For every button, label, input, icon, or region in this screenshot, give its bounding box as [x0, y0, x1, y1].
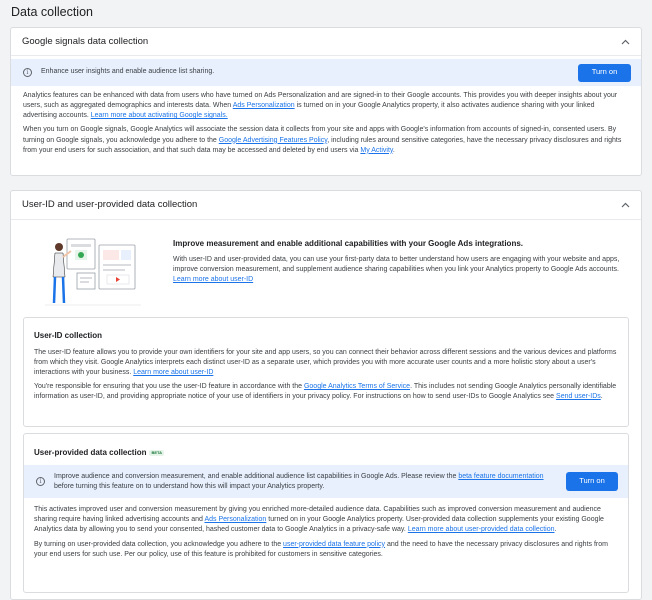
learn-more-user-id-link[interactable]: Learn more about user-ID	[173, 276, 253, 283]
signals-turn-on-button[interactable]: Turn on	[578, 63, 631, 82]
learn-more-user-id-link-2[interactable]: Learn more about user-ID	[133, 369, 213, 376]
google-signals-banner-text: Enhance user insights and enable audienc…	[41, 68, 215, 76]
user-id-collection-p1: The user-ID feature allows you to provid…	[34, 348, 618, 378]
user-provided-policy-link[interactable]: user-provided data feature policy	[283, 541, 385, 548]
user-provided-banner-text: Improve audience and conversion measurem…	[54, 472, 566, 492]
chevron-up-icon[interactable]	[619, 36, 631, 48]
user-id-intro: Improve measurement and enable additiona…	[173, 238, 629, 285]
user-provided-title: User-provided data collection	[34, 448, 147, 457]
user-provided-banner: i Improve audience and conversion measur…	[24, 465, 628, 499]
ads-features-policy-link[interactable]: Google Advertising Features Policy	[219, 137, 327, 144]
user-provided-p1-c: .	[554, 526, 557, 534]
user-id-card: User-ID and user-provided data collectio…	[10, 190, 642, 600]
user-provided-card: User-provided data collection BETA i Impr…	[23, 433, 629, 593]
signals-paragraph-2: When you turn on Google signals, Google …	[11, 125, 641, 155]
user-id-intro-text: With user-ID and user-provided data, you…	[173, 255, 629, 285]
user-id-collection-p1-text: The user-ID feature allows you to provid…	[34, 348, 617, 376]
beta-badge: BETA	[149, 450, 165, 457]
page-title: Data collection	[11, 5, 93, 19]
user-id-collection-card: User-ID collection The user-ID feature a…	[23, 317, 629, 427]
my-activity-link[interactable]: My Activity	[360, 147, 393, 154]
ga-terms-of-service-link[interactable]: Google Analytics Terms of Service	[304, 383, 410, 390]
beta-feature-documentation-link[interactable]: beta feature documentation	[458, 473, 543, 480]
ads-personalization-link[interactable]: Ads Personalization	[233, 102, 295, 109]
signals-p2-text-c: .	[392, 146, 395, 154]
info-icon: i	[23, 68, 32, 77]
user-provided-p2-a: By turning on user-provided data collect…	[34, 540, 284, 548]
illustration	[41, 235, 151, 311]
user-id-header[interactable]: User-ID and user-provided data collectio…	[11, 191, 641, 220]
learn-more-signals-link[interactable]: Learn more about activating Google signa…	[91, 112, 228, 119]
user-provided-p2: By turning on user-provided data collect…	[24, 540, 628, 560]
info-icon: i	[36, 477, 45, 487]
user-id-title: User-ID and user-provided data collectio…	[22, 199, 198, 211]
learn-more-user-provided-link[interactable]: Learn more about user-provided data coll…	[408, 526, 555, 533]
google-signals-header[interactable]: Google signals data collection	[11, 28, 641, 56]
signals-paragraph-1: Analytics features can be enhanced with …	[11, 91, 641, 121]
google-signals-title: Google signals data collection	[22, 35, 149, 47]
user-id-intro-body: With user-ID and user-provided data, you…	[173, 255, 620, 273]
user-provided-p1: This activates improved user and convers…	[24, 505, 628, 535]
user-id-collection-title: User-ID collection	[34, 331, 103, 340]
user-id-collection-p2-c: .	[600, 393, 603, 401]
user-provided-banner-b: before turning this feature on to unders…	[54, 482, 325, 490]
user-id-intro-heading: Improve measurement and enable additiona…	[173, 239, 523, 248]
send-user-ids-link[interactable]: Send user-IDs	[556, 393, 601, 400]
user-provided-banner-a: Improve audience and conversion measurem…	[54, 472, 459, 480]
user-provided-title-row: User-provided data collection BETA	[24, 434, 628, 459]
chevron-up-icon[interactable]	[619, 199, 631, 211]
google-signals-card: Google signals data collection i Enhance…	[10, 27, 642, 176]
user-provided-turn-on-button[interactable]: Turn on	[566, 472, 618, 492]
user-id-collection-p2: You're responsible for ensuring that you…	[34, 382, 618, 402]
ads-personalization-link-2[interactable]: Ads Personalization	[204, 516, 266, 523]
google-signals-banner: i Enhance user insights and enable audie…	[11, 59, 641, 86]
user-id-collection-p2-a: You're responsible for ensuring that you…	[34, 383, 304, 391]
